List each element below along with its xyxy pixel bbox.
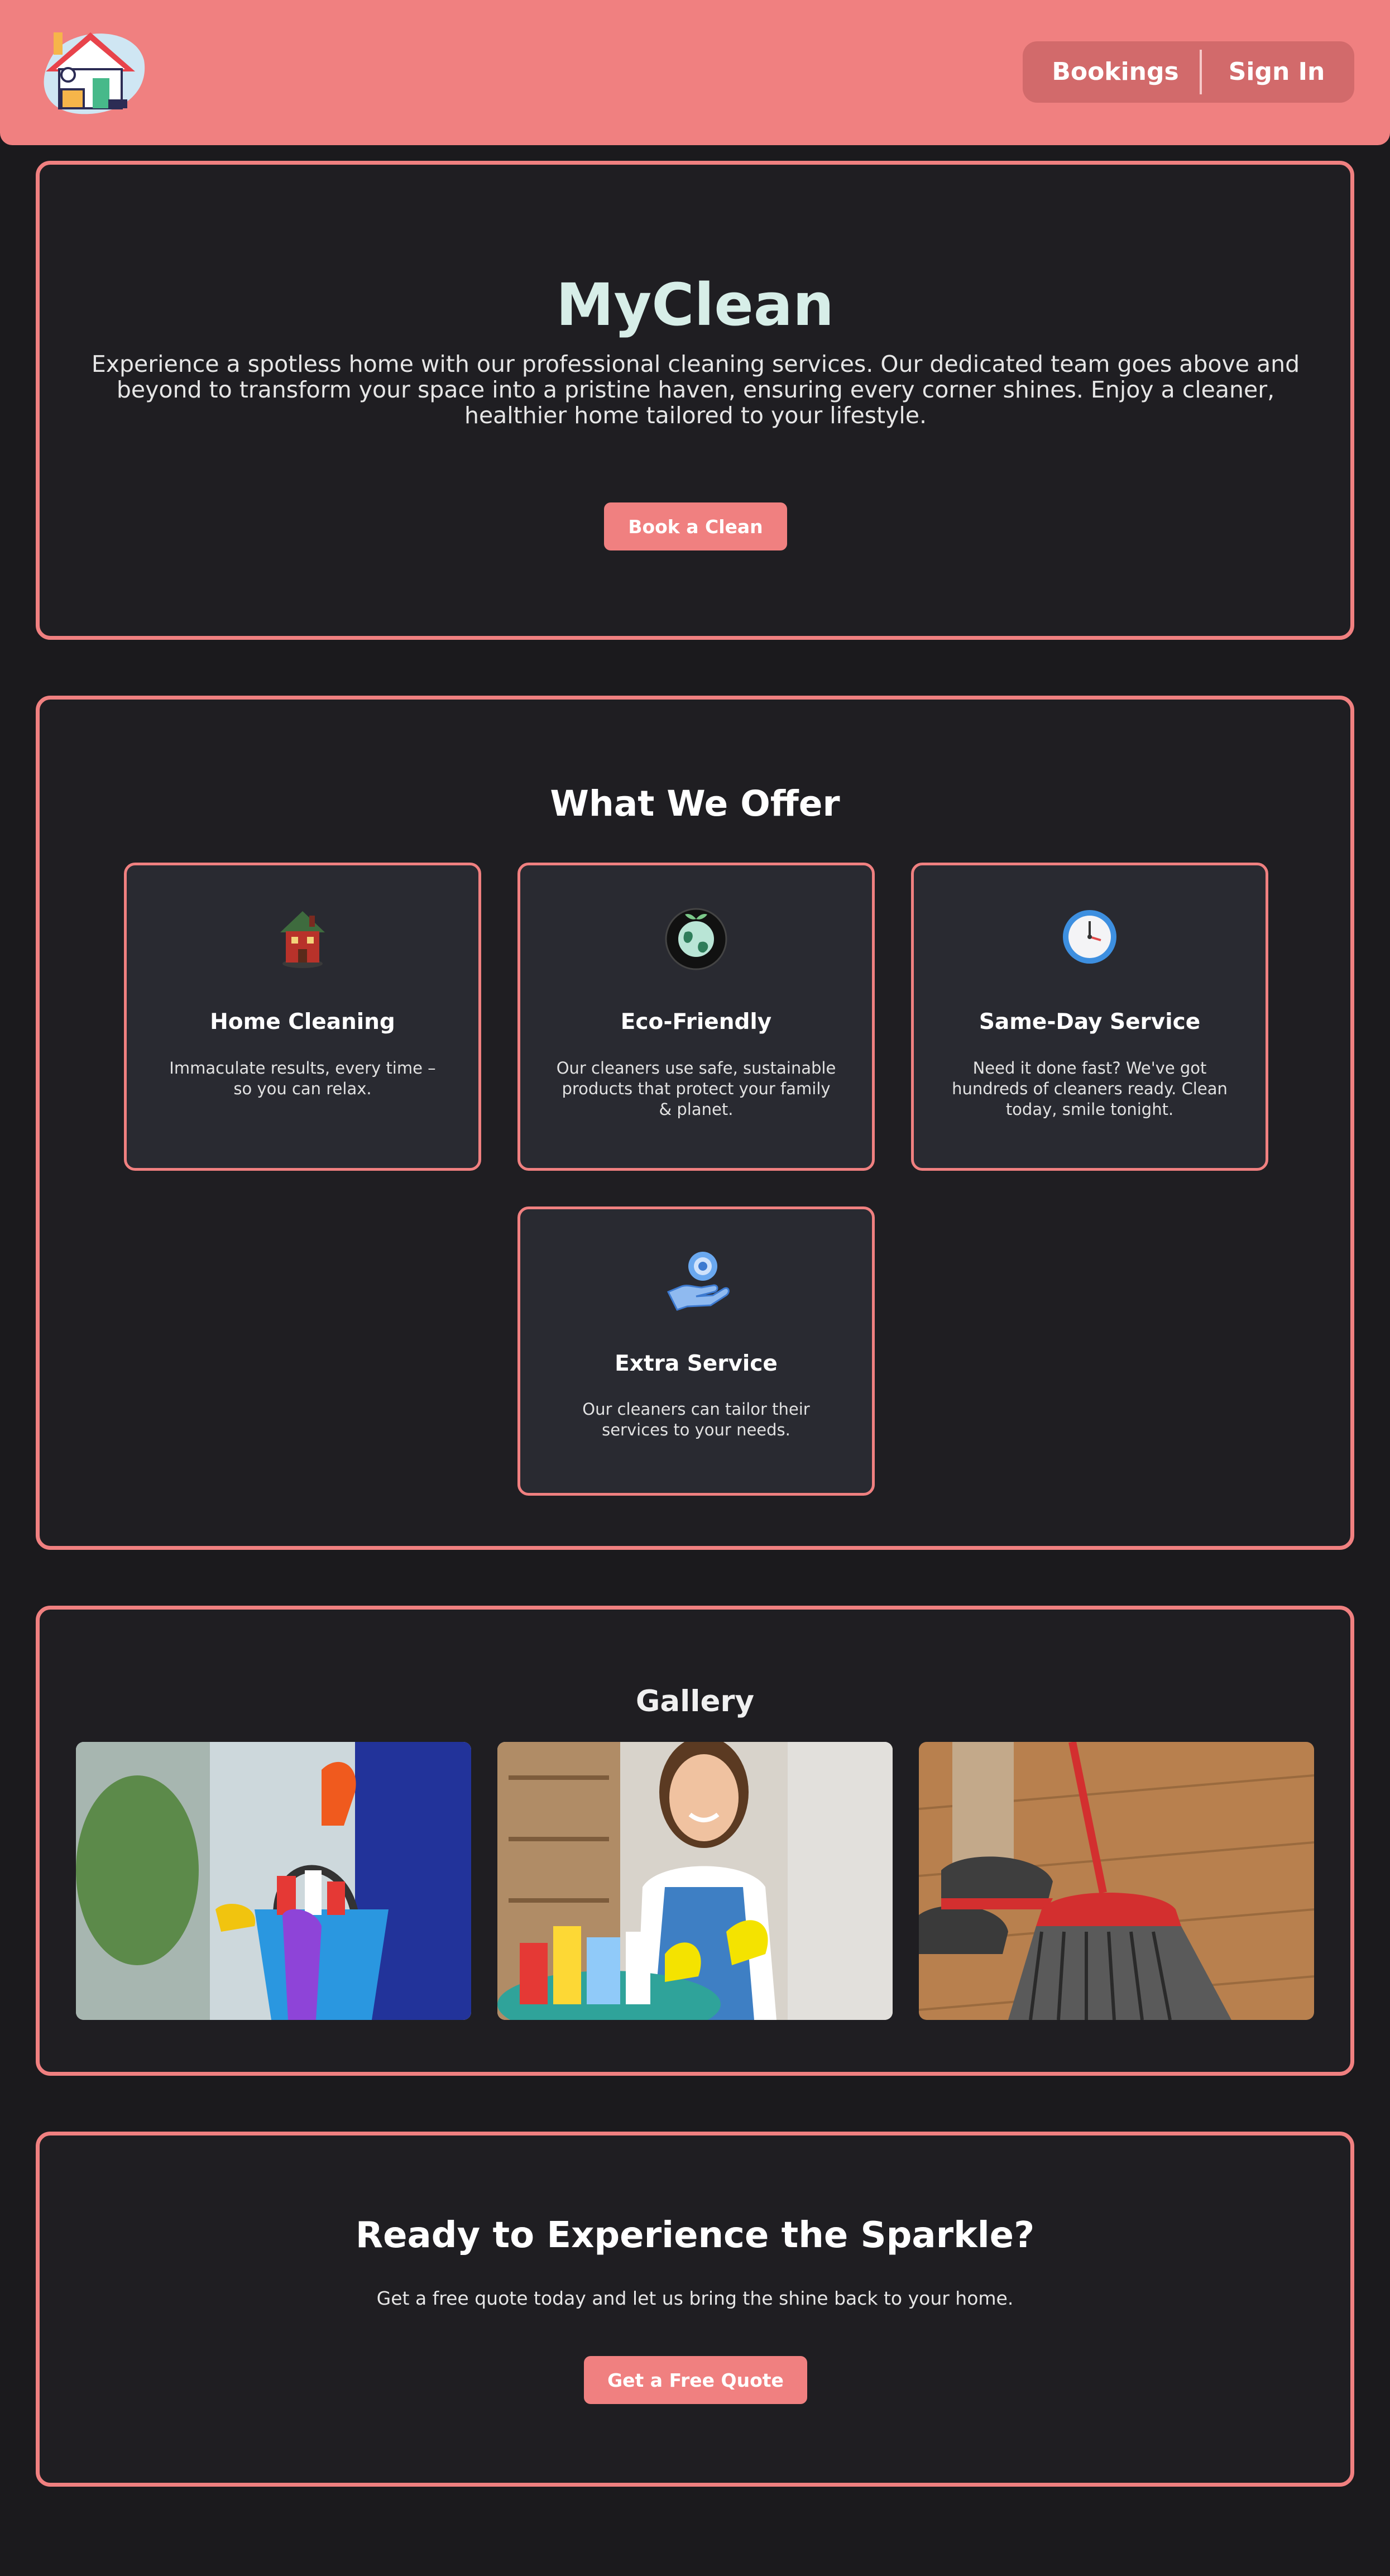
free-quote-button[interactable]: Get a Free Quote <box>584 2356 807 2404</box>
smiling-cleaner-photo <box>497 1742 893 2020</box>
hero-description: Experience a spotless home with our prof… <box>91 351 1300 429</box>
card-text: Immaculate results, every time – so you … <box>169 1059 436 1098</box>
offer-card-eco-friendly: Eco-Friendly Our cleaners use safe, sust… <box>517 863 875 1171</box>
hand-gear-icon <box>663 1247 730 1314</box>
card-text: Our cleaners can tailor their services t… <box>582 1400 810 1439</box>
card-text: Need it done fast? We've got hundreds of… <box>952 1059 1228 1119</box>
card-title: Same-Day Service <box>979 1009 1201 1035</box>
bookings-button[interactable]: Bookings <box>1037 41 1194 103</box>
card-text: Our cleaners use safe, sustainable produ… <box>556 1059 836 1119</box>
top-nav: Bookings Sign In <box>1023 41 1354 103</box>
offer-section: What We Offer Home Cleaning Immaculate r… <box>36 696 1354 1550</box>
eco-globe-icon <box>663 903 730 970</box>
offer-card-home-cleaning: Home Cleaning Immaculate results, every … <box>124 863 481 1171</box>
offer-title: What We Offer <box>550 783 840 824</box>
card-title: Home Cleaning <box>210 1009 395 1035</box>
sign-in-button[interactable]: Sign In <box>1207 41 1346 103</box>
card-title: Eco-Friendly <box>620 1009 772 1035</box>
house-cleaning-logo-icon[interactable] <box>35 27 146 116</box>
offer-card-same-day: Same-Day Service Need it done fast? We'v… <box>911 863 1268 1171</box>
broom-sweeping-photo <box>919 1742 1314 2020</box>
cta-subtitle: Get a free quote today and let us bring … <box>376 2287 1014 2309</box>
gallery-title: Gallery <box>635 1684 755 1718</box>
card-title: Extra Service <box>615 1351 778 1376</box>
cta-section: Ready to Experience the Sparkle? Get a f… <box>36 2132 1354 2487</box>
site-header: Bookings Sign In <box>0 0 1390 145</box>
clock-icon <box>1056 903 1123 970</box>
offer-card-extra-service: Extra Service Our cleaners can tailor th… <box>517 1206 875 1496</box>
red-house-icon <box>269 903 336 970</box>
hero-section: MyClean Experience a spotless home with … <box>36 161 1354 640</box>
book-clean-button[interactable]: Book a Clean <box>604 502 787 550</box>
cleaning-bucket-photo <box>76 1742 471 2020</box>
hero-title: MyClean <box>555 271 834 339</box>
cta-title: Ready to Experience the Sparkle? <box>355 2215 1035 2256</box>
nav-divider <box>1200 50 1202 94</box>
